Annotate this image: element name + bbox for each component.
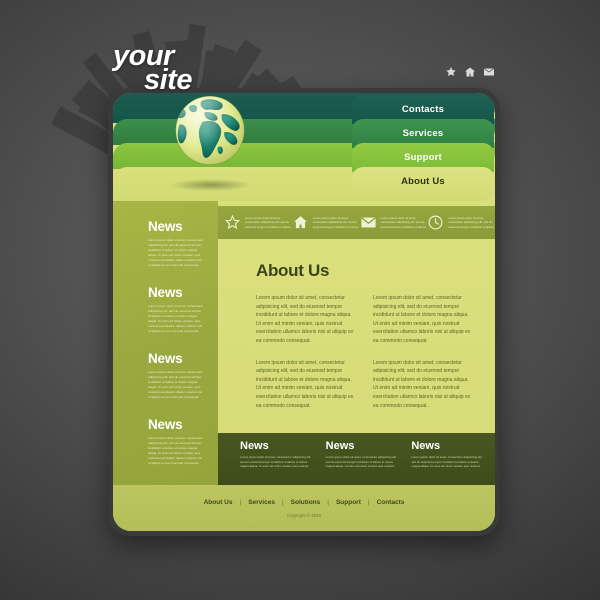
sidebar-news-text: Lorem ipsum dolor sit amet, consectetur … <box>148 370 204 399</box>
card-inner: Contacts Services Support About Us News … <box>113 93 495 531</box>
footer-news-item[interactable]: News Lorem ipsum dolor sit amet, consect… <box>240 440 312 485</box>
feature-text: Lorem ipsum dolor sit amet, consectetur … <box>448 215 495 229</box>
sidebar-news-title: News <box>148 351 183 366</box>
footer-link-solutions[interactable]: Solutions <box>291 499 321 506</box>
copyright-text: Copyright © 2010 <box>286 512 322 518</box>
tab-label: About Us <box>401 176 445 187</box>
sidebar-news-item[interactable]: News Lorem ipsum dolor sit amet, consect… <box>113 219 218 268</box>
footer-news-title: News <box>411 440 441 452</box>
about-paragraph: Lorem ipsum dolor sit amet, consectetur … <box>373 359 471 409</box>
footer-news-text: Lorem ipsum dolor sit amet, consectetur … <box>411 455 483 469</box>
feature-text: Lorem ipsum dolor sit amet, consectetur … <box>380 215 428 229</box>
home-icon <box>293 216 307 229</box>
footer-link-contacts[interactable]: Contacts <box>377 499 405 506</box>
star-icon <box>224 214 241 230</box>
about-paragraph: Lorem ipsum dolor sit amet, consectetur … <box>256 359 354 409</box>
footer-link-services[interactable]: Services <box>248 499 275 506</box>
site-logo: your site <box>113 42 313 96</box>
about-column-right: Lorem ipsum dolor sit amet, consectetur … <box>373 294 473 423</box>
footer-news-title: News <box>240 440 269 452</box>
page-title: About Us <box>256 261 330 280</box>
footer-link-about-us[interactable]: About Us <box>204 499 233 506</box>
footer-separator: | <box>239 498 242 506</box>
footer-separator: | <box>367 498 370 506</box>
sidebar-news-text: Lorem ipsum dolor sit amet, consectetur … <box>148 304 204 333</box>
footer-news-item[interactable]: News Lorem ipsum dolor sit amet, consect… <box>326 440 398 485</box>
feature-item-home[interactable]: Lorem ipsum dolor sit amet, consectetur … <box>292 214 360 231</box>
tab-label: Support <box>404 152 442 163</box>
page-body: News Lorem ipsum dolor sit amet, consect… <box>113 201 495 531</box>
tab-about-us[interactable]: About Us <box>352 167 494 196</box>
footer-separator: | <box>327 498 329 506</box>
about-column-left: Lorem ipsum dolor sit amet, consectetur … <box>256 294 356 423</box>
about-paragraph: Lorem ipsum dolor sit amet, consectetur … <box>256 295 354 344</box>
sidebar-news-title: News <box>148 219 183 234</box>
footer-navigation: About Us | Services | Solutions | Suppor… <box>204 499 405 506</box>
logo-line-1: your <box>113 40 174 72</box>
home-icon[interactable] <box>464 66 476 78</box>
tab-label: Contacts <box>401 104 445 115</box>
footer-news-text: Lorem ipsum dolor sit amet, consectetur … <box>325 455 397 469</box>
sidebar-news-title: News <box>148 417 183 432</box>
footer-news-title: News <box>325 440 355 452</box>
about-paragraph: Lorem ipsum dolor sit amet, consectetur … <box>373 295 471 344</box>
about-section: About Us Lorem ipsum dolor sit amet, con… <box>218 239 495 423</box>
star-icon[interactable] <box>445 66 457 78</box>
footer-link-support[interactable]: Support <box>336 499 361 506</box>
footer-news-band: News Lorem ipsum dolor sit amet, consect… <box>218 433 495 485</box>
feature-text: Lorem ipsum dolor sit amet, consectetur … <box>312 215 360 229</box>
feature-item-mail[interactable]: Lorem ipsum dolor sit amet, consectetur … <box>360 214 428 231</box>
mail-icon <box>360 217 376 228</box>
about-columns: Lorem ipsum dolor sit amet, consectetur … <box>256 294 473 423</box>
sidebar-news-item[interactable]: News Lorem ipsum dolor sit amet, consect… <box>113 351 218 400</box>
page-footer: About Us | Services | Solutions | Suppor… <box>113 485 495 531</box>
footer-separator: | <box>281 498 284 506</box>
sidebar-news-title: News <box>148 285 183 300</box>
mail-icon[interactable] <box>483 66 495 78</box>
utility-icon-bar <box>445 66 495 78</box>
sidebar-news-text: Lorem ipsum dolor sit amet, consectetur … <box>148 238 204 267</box>
footer-news-item[interactable]: News Lorem ipsum dolor sit amet, consect… <box>411 440 483 485</box>
news-sidebar: News Lorem ipsum dolor sit amet, consect… <box>113 201 218 531</box>
sidebar-news-item[interactable]: News Lorem ipsum dolor sit amet, consect… <box>113 285 218 334</box>
clock-icon <box>428 215 443 230</box>
website-mockup-card: Contacts Services Support About Us News … <box>108 88 500 536</box>
feature-text: Lorem ipsum dolor sit amet, consectetur … <box>245 215 292 229</box>
sidebar-news-text: Lorem ipsum dolor sit amet, consectetur … <box>148 436 204 465</box>
feature-item-clock[interactable]: Lorem ipsum dolor sit amet, consectetur … <box>427 214 495 231</box>
template-preview-canvas: your site Contacts Services Support Abou… <box>0 0 600 600</box>
tab-label: Services <box>402 128 444 139</box>
feature-icon-bar: Lorem ipsum dolor sit amet, consectetur … <box>218 206 495 239</box>
footer-news-text: Lorem ipsum dolor sit amet, consectetur … <box>240 455 312 469</box>
feature-item-star[interactable]: Lorem ipsum dolor sit amet, consectetur … <box>224 214 292 231</box>
sidebar-news-item[interactable]: News Lorem ipsum dolor sit amet, consect… <box>113 417 218 466</box>
